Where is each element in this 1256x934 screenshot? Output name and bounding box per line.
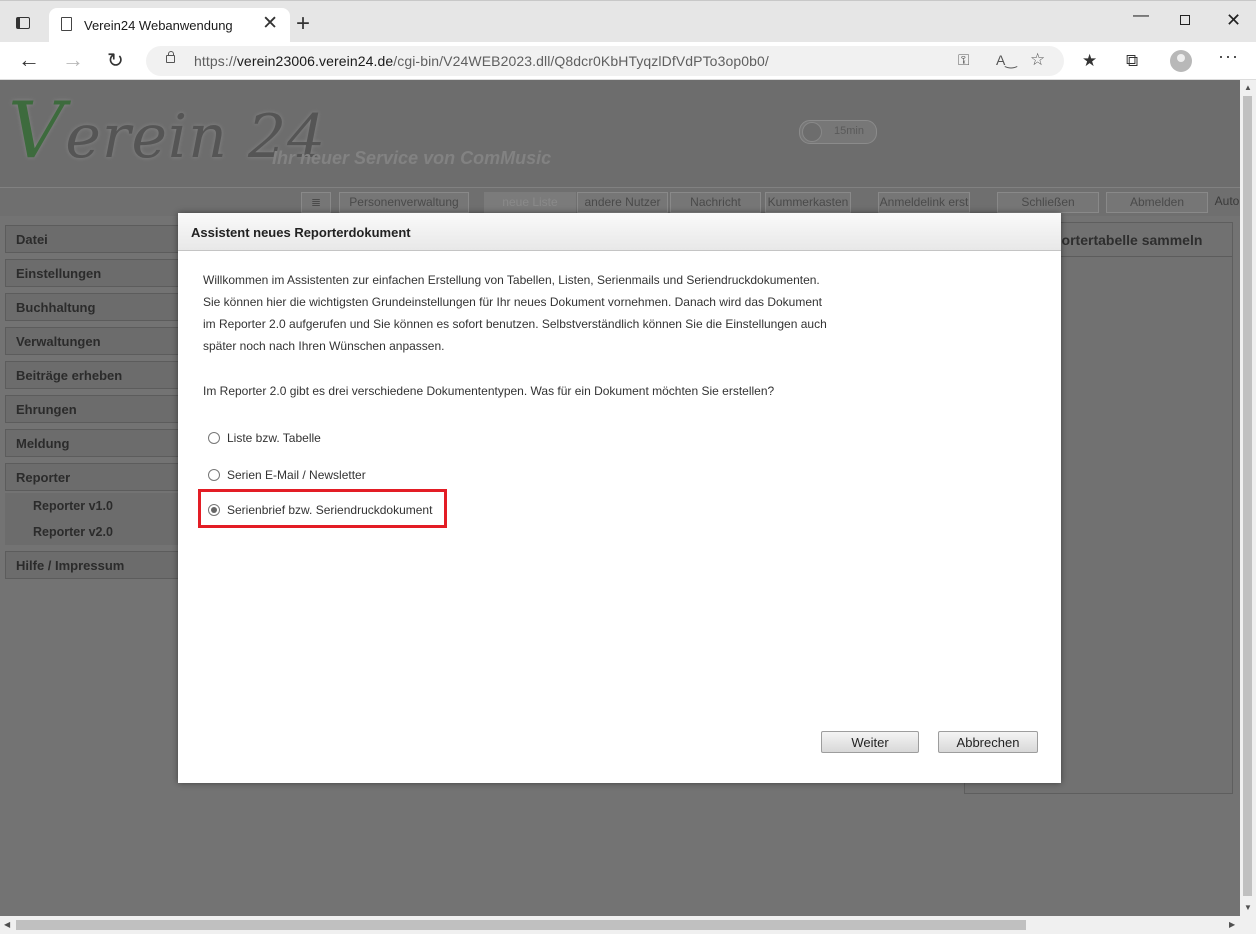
browser-toolbar: ← → ↻ https://verein23006.verein24.de/cg… — [0, 42, 1256, 80]
radio-button[interactable] — [208, 469, 220, 481]
sidebar-item-beitraege[interactable]: Beiträge erheben — [5, 361, 185, 389]
scroll-right-icon[interactable]: ▶ — [1229, 920, 1235, 929]
key-icon[interactable]: ⚿ — [958, 52, 969, 69]
menu-andere-nutzer[interactable]: andere Nutzer — [577, 192, 668, 213]
sidebar-item-ehrungen[interactable]: Ehrungen — [5, 395, 185, 423]
browser-tab[interactable]: Verein24 Webanwendung ✕ — [49, 8, 290, 43]
menu-nachricht[interactable]: Nachricht — [670, 192, 761, 213]
document-type-question: Im Reporter 2.0 gibt es drei verschieden… — [203, 384, 775, 398]
radio-button[interactable] — [208, 432, 220, 444]
maximize-icon[interactable] — [1180, 15, 1190, 25]
more-options-icon[interactable]: ··· — [1218, 46, 1239, 67]
timer-label: 15min — [834, 125, 864, 137]
app-header: Verein 24 Ihr neuer Service von ComMusic… — [0, 80, 1240, 187]
abbrechen-button[interactable]: Abbrechen — [938, 731, 1038, 753]
minimize-icon[interactable]: — — [1133, 7, 1149, 25]
sidebar-item-buchhaltung[interactable]: Buchhaltung — [5, 293, 185, 321]
horizontal-scrollbar[interactable]: ◀ ▶ — [0, 916, 1256, 934]
menu-abmelden[interactable]: Abmelden — [1106, 192, 1208, 213]
option-label[interactable]: Liste bzw. Tabelle — [227, 431, 321, 445]
session-timer-toggle[interactable]: 15min — [799, 120, 877, 144]
slogan: Ihr neuer Service von ComMusic — [272, 148, 552, 168]
forward-icon[interactable]: → — [62, 49, 84, 71]
scroll-up-icon[interactable]: ▲ — [1244, 83, 1252, 92]
profile-avatar[interactable] — [1170, 50, 1192, 72]
read-aloud-icon[interactable]: A‿ — [996, 52, 1017, 69]
sidebar-item-verwaltungen[interactable]: Verwaltungen — [5, 327, 185, 355]
dialog-header: Assistent neues Reporterdokument — [178, 213, 1061, 251]
reload-icon[interactable]: ↻ — [107, 50, 124, 72]
page-icon — [61, 17, 72, 31]
back-icon[interactable]: ← — [18, 49, 40, 71]
sidebar-subitem-reporter-v1[interactable]: Reporter v1.0 — [5, 493, 185, 519]
url-text[interactable]: https://verein23006.verein24.de/cgi-bin/… — [194, 53, 769, 69]
scroll-left-icon[interactable]: ◀ — [4, 920, 10, 929]
address-bar[interactable]: https://verein23006.verein24.de/cgi-bin/… — [146, 46, 1064, 76]
intro-line: Willkommen im Assistenten zur einfachen … — [203, 273, 820, 287]
collections-icon[interactable]: ⧉ — [1126, 51, 1138, 71]
menu-schliessen[interactable]: Schließen — [997, 192, 1099, 213]
sidebar-item-datei[interactable]: Datei — [5, 225, 185, 253]
menu-neue-liste[interactable]: neue Liste — [484, 192, 576, 213]
timer-knob — [802, 122, 822, 142]
option-label[interactable]: Serien E-Mail / Newsletter — [227, 468, 366, 482]
vertical-scroll-thumb[interactable] — [1243, 96, 1252, 896]
close-window-icon[interactable]: ✕ — [1226, 10, 1241, 31]
main-menu-bar: ≣ Personenverwaltung neue Liste andere N… — [0, 187, 1240, 216]
favorites-icon[interactable]: ★ — [1082, 51, 1097, 71]
weiter-button[interactable]: Weiter — [821, 731, 919, 753]
menu-kummerkasten[interactable]: Kummerkasten — [765, 192, 851, 213]
sidebar-item-einstellungen[interactable]: Einstellungen — [5, 259, 185, 287]
assistant-dialog: Assistent neues Reporterdokument Willkom… — [178, 213, 1061, 783]
sidebar-subitem-reporter-v2[interactable]: Reporter v2.0 — [5, 519, 185, 545]
intro-line: im Reporter 2.0 aufgerufen und Sie könne… — [203, 317, 827, 331]
sidebar-item-reporter[interactable]: Reporter — [5, 463, 185, 491]
dialog-title: Assistent neues Reporterdokument — [191, 225, 411, 240]
tab-title: Verein24 Webanwendung — [84, 18, 233, 33]
highlight-box — [198, 489, 447, 528]
intro-line: später noch nach Ihren Wünschen anpassen… — [203, 339, 445, 353]
new-tab-icon[interactable]: + — [296, 12, 310, 36]
close-tab-icon[interactable]: ✕ — [262, 14, 278, 33]
scroll-down-icon[interactable]: ▼ — [1244, 903, 1252, 912]
sidebar-item-hilfe[interactable]: Hilfe / Impressum — [5, 551, 185, 579]
browser-tab-bar: Verein24 Webanwendung ✕ + — ✕ — [0, 0, 1256, 43]
menu-list-icon[interactable]: ≣ — [301, 192, 331, 213]
add-favorite-icon[interactable]: ☆ — [1030, 50, 1045, 70]
intro-line: Sie können hier die wichtigsten Grundein… — [203, 295, 823, 309]
sidebar-item-meldung[interactable]: Meldung — [5, 429, 185, 457]
menu-auto[interactable]: Auto — [1214, 192, 1240, 211]
menu-anmeldelink[interactable]: Anmeldelink erst — [878, 192, 970, 213]
vertical-scrollbar[interactable]: ▲ ▼ — [1240, 80, 1256, 916]
lock-icon[interactable] — [166, 51, 175, 63]
tab-actions-icon[interactable] — [16, 17, 30, 29]
menu-personenverwaltung[interactable]: Personenverwaltung — [339, 192, 469, 213]
horizontal-scroll-thumb[interactable] — [16, 920, 1026, 930]
